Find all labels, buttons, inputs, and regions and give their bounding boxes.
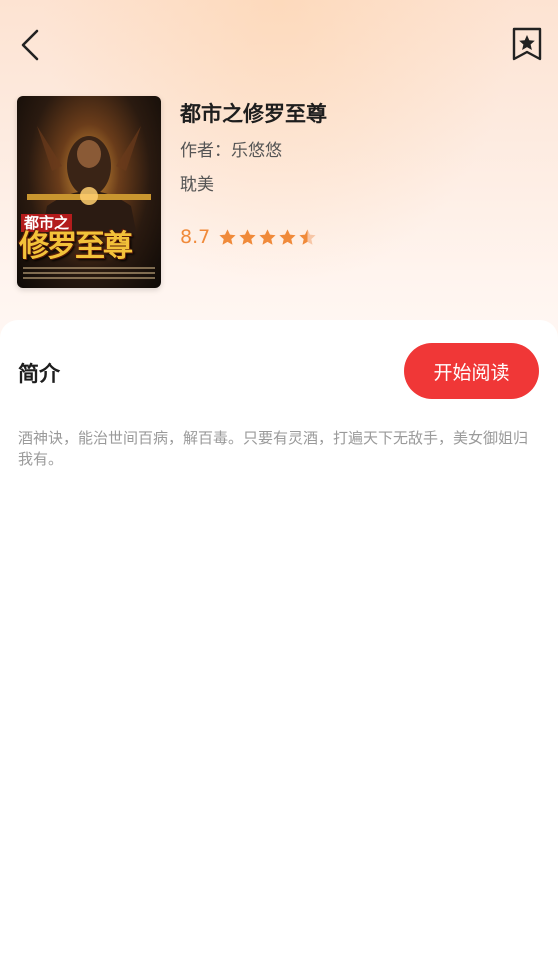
author-label: 作者： bbox=[180, 141, 231, 161]
back-arrow-icon bbox=[21, 29, 39, 61]
author-name[interactable]: 乐悠悠 bbox=[231, 141, 282, 161]
star-icon bbox=[279, 228, 296, 245]
rating-stars bbox=[218, 228, 318, 247]
cover-fine-print bbox=[23, 264, 155, 284]
rating-score: 8.7 bbox=[180, 226, 211, 248]
bookmark-button[interactable] bbox=[507, 24, 547, 64]
start-reading-button[interactable]: 开始阅读 bbox=[404, 343, 539, 399]
intro-heading: 简介 bbox=[18, 362, 60, 386]
top-bar bbox=[0, 0, 558, 90]
star-icon bbox=[239, 228, 256, 245]
star-icon bbox=[259, 228, 276, 245]
rating-row: 8.7 bbox=[180, 226, 318, 248]
book-title: 都市之修罗至尊 bbox=[180, 102, 327, 126]
book-header: 都市之 修罗至尊 都市之修罗至尊 作者：乐悠悠 耽美 8.7 bbox=[0, 90, 558, 300]
genre-tag[interactable]: 耽美 bbox=[180, 170, 214, 195]
bookmark-star-icon bbox=[512, 27, 542, 61]
intro-text: 酒神诀，能治世间百病，解百毒。只要有灵酒，打遍天下无敌手，美女御姐归我有。 bbox=[18, 429, 529, 468]
detail-content: 简介 开始阅读 酒神诀，能治世间百病，解百毒。只要有灵酒，打遍天下无敌手，美女御… bbox=[0, 320, 558, 972]
star-icon bbox=[219, 228, 236, 245]
author-row: 作者：乐悠悠 bbox=[180, 136, 282, 161]
back-button[interactable] bbox=[14, 26, 48, 64]
star-icon bbox=[299, 228, 316, 245]
cover-title: 修罗至尊 bbox=[19, 229, 133, 264]
book-cover[interactable]: 都市之 修罗至尊 bbox=[17, 96, 161, 288]
